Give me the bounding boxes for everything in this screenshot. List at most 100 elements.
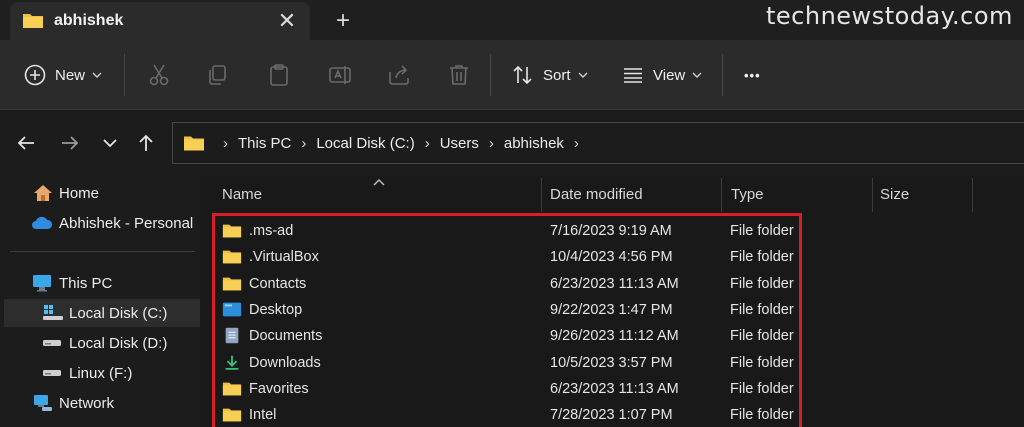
tab-title: abhishek — [54, 12, 124, 29]
file-date: 7/28/2023 1:07 PM — [550, 407, 673, 424]
windows-drive-icon — [43, 305, 63, 320]
file-list: Name Date modified Type Size .ms-ad 7/16… — [200, 176, 1024, 427]
close-tab-button[interactable]: ✕ — [274, 8, 300, 34]
command-bar: New Sort View ••• — [0, 40, 1024, 110]
table-row[interactable]: Intel 7/28/2023 1:07 PM File folder — [200, 402, 1024, 427]
sidebar-item-label: Abhishek - Personal — [59, 214, 194, 232]
table-row[interactable]: .VirtualBox 10/4/2023 4:56 PM File folde… — [200, 244, 1024, 270]
folder-icon — [222, 250, 242, 264]
sort-ascending-icon — [373, 178, 385, 186]
chevron-down-icon — [692, 72, 702, 78]
table-row[interactable]: Downloads 10/5/2023 3:57 PM File folder — [200, 350, 1024, 376]
sidebar-divider — [10, 251, 195, 252]
folder-icon — [222, 382, 242, 396]
column-divider[interactable] — [541, 178, 542, 212]
table-row[interactable]: .ms-ad 7/16/2023 9:19 AM File folder — [200, 218, 1024, 244]
toolbar-divider — [722, 54, 723, 96]
title-bar: abhishek ✕ + technewstoday.com — [0, 0, 1024, 40]
chevron-down-icon — [92, 72, 102, 78]
breadcrumb-separator: › — [424, 134, 430, 152]
sidebar-item-local-disk-c[interactable]: Local Disk (C:) — [4, 299, 200, 327]
sidebar-item-label: Network — [59, 394, 115, 412]
breadcrumb-separator: › — [223, 134, 228, 152]
file-type: File folder — [730, 380, 794, 397]
sidebar-item-linux-f[interactable]: Linux (F:) — [0, 359, 200, 387]
sort-label: Sort — [543, 66, 571, 84]
file-name: Favorites — [249, 380, 309, 397]
file-date: 10/4/2023 4:56 PM — [550, 249, 673, 266]
table-row[interactable]: Documents 9/26/2023 11:12 AM File folder — [200, 323, 1024, 349]
file-name: .VirtualBox — [249, 249, 319, 266]
column-divider[interactable] — [872, 178, 873, 212]
delete-icon[interactable] — [446, 62, 472, 88]
breadcrumb-local-disk-c[interactable]: Local Disk (C:) — [316, 135, 414, 152]
new-label: New — [55, 66, 86, 84]
address-bar[interactable]: › This PC › Local Disk (C:) › Users › ab… — [172, 122, 1024, 164]
new-button[interactable]: New — [24, 60, 102, 90]
computer-icon — [33, 275, 51, 292]
sort-button[interactable]: Sort — [512, 60, 588, 90]
file-date: 6/23/2023 11:13 AM — [550, 275, 679, 292]
sidebar-item-label: Linux (F:) — [69, 364, 133, 382]
recent-locations-chevron-icon[interactable] — [98, 131, 122, 155]
file-type: File folder — [730, 275, 794, 292]
column-header-name[interactable]: Name — [222, 176, 262, 214]
toolbar-divider — [490, 54, 491, 96]
file-date: 10/5/2023 3:57 PM — [550, 354, 673, 371]
documents-icon — [225, 327, 239, 344]
folder-icon — [184, 136, 204, 151]
sidebar-item-onedrive[interactable]: Abhishek - Personal — [0, 209, 200, 237]
watermark: technewstoday.com — [766, 2, 1013, 30]
sidebar-item-home[interactable]: Home — [0, 179, 200, 207]
copy-icon[interactable] — [205, 62, 231, 88]
sidebar-item-label: Local Disk (D:) — [69, 334, 168, 352]
sidebar-item-network[interactable]: Network — [0, 389, 200, 417]
file-name: Intel — [249, 407, 277, 424]
navigation-pane: Home Abhishek - Personal This PC Local D… — [0, 176, 200, 427]
breadcrumb-abhishek[interactable]: abhishek — [504, 135, 564, 152]
column-header-size[interactable]: Size — [880, 176, 909, 214]
rename-icon[interactable] — [327, 62, 353, 88]
new-tab-button[interactable]: + — [330, 8, 356, 34]
cloud-icon — [32, 216, 53, 229]
table-row[interactable]: Favorites 6/23/2023 11:13 AM File folder — [200, 376, 1024, 402]
folder-icon — [222, 224, 242, 238]
folder-icon — [222, 277, 242, 290]
file-type: File folder — [730, 223, 794, 239]
sort-icon — [513, 65, 532, 85]
more-options-button[interactable]: ••• — [744, 60, 761, 90]
folder-icon — [222, 408, 242, 422]
up-arrow-icon[interactable] — [134, 131, 158, 155]
file-name: Downloads — [249, 354, 321, 371]
breadcrumb-this-pc[interactable]: This PC — [238, 135, 291, 152]
table-row[interactable]: Contacts 6/23/2023 11:13 AM File folder — [200, 271, 1024, 297]
back-arrow-icon[interactable] — [14, 131, 38, 155]
plus-circle-icon — [24, 64, 46, 86]
home-icon — [34, 185, 52, 201]
sidebar-item-label: This PC — [59, 274, 113, 292]
drive-icon — [43, 370, 61, 376]
paste-icon[interactable] — [266, 62, 292, 88]
folder-icon — [23, 14, 43, 28]
column-divider[interactable] — [721, 178, 722, 212]
network-icon — [34, 395, 52, 411]
forward-arrow-icon[interactable] — [58, 131, 82, 155]
tab-abhishek[interactable]: abhishek ✕ — [10, 2, 310, 40]
column-header-date-modified[interactable]: Date modified — [550, 176, 643, 214]
desktop-icon — [222, 302, 242, 317]
column-divider[interactable] — [972, 178, 973, 212]
cut-icon[interactable] — [146, 62, 172, 88]
chevron-down-icon — [578, 72, 588, 78]
download-icon — [225, 355, 239, 370]
file-name: Documents — [249, 328, 323, 345]
sidebar-item-local-disk-d[interactable]: Local Disk (D:) — [0, 329, 200, 357]
sidebar-item-this-pc[interactable]: This PC — [0, 269, 200, 297]
file-date: 9/22/2023 1:47 PM — [550, 301, 673, 318]
column-header-type[interactable]: Type — [731, 176, 764, 214]
view-button[interactable]: View — [622, 60, 702, 90]
breadcrumb-separator: › — [301, 134, 307, 152]
sidebar-item-label: Home — [59, 184, 100, 202]
breadcrumb-users[interactable]: Users — [440, 135, 479, 152]
table-row[interactable]: Desktop 9/22/2023 1:47 PM File folder — [200, 297, 1024, 323]
share-icon[interactable] — [386, 62, 412, 88]
